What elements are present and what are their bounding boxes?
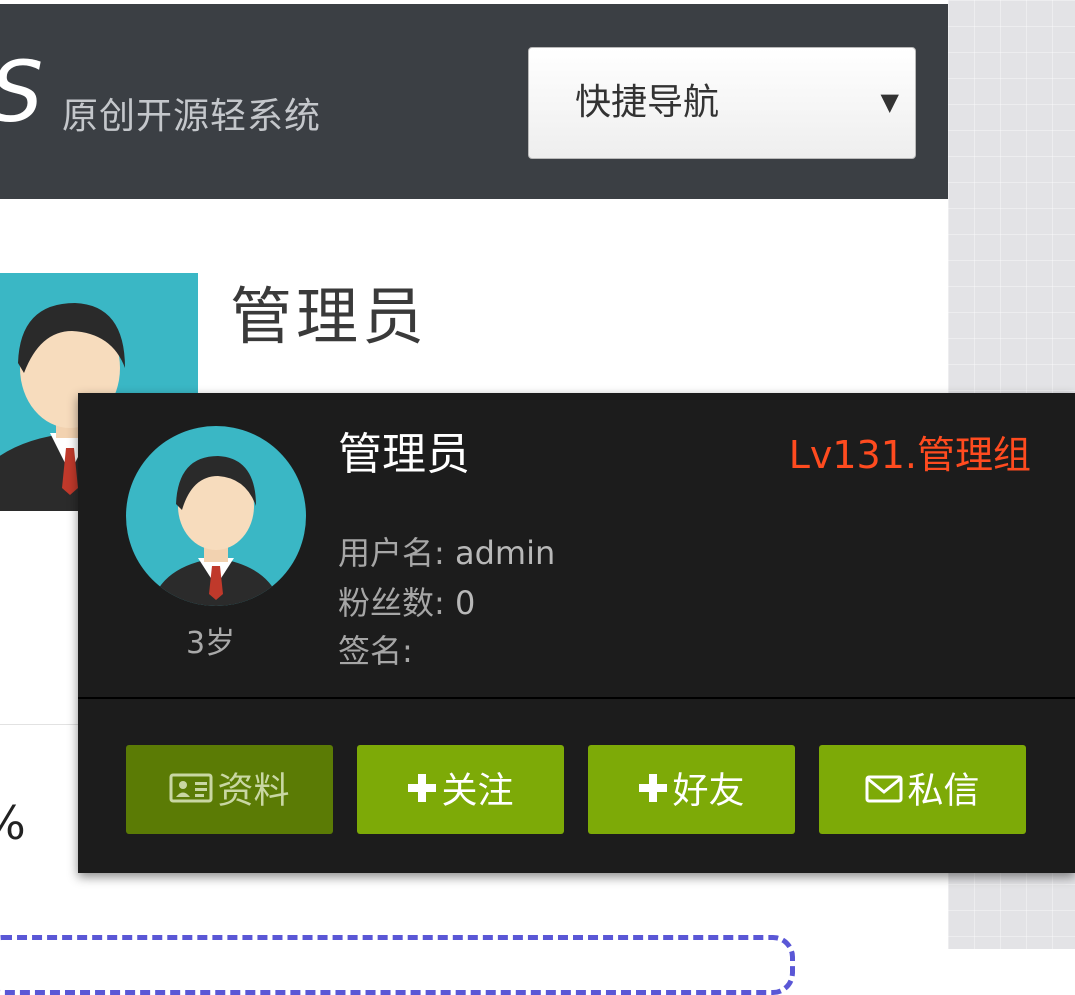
- add-friend-button-label: 好友: [672, 770, 745, 812]
- profile-button[interactable]: 资料: [126, 745, 333, 834]
- message-button[interactable]: 私信: [819, 745, 1026, 834]
- username-value: admin: [454, 534, 556, 572]
- logo-letter[interactable]: S: [0, 50, 43, 134]
- add-friend-button[interactable]: 好友: [588, 745, 795, 834]
- id-card-icon: [169, 747, 213, 836]
- username-label: 用户名:: [338, 534, 445, 572]
- signature-label: 签名:: [338, 632, 413, 670]
- user-popup-card: 3岁 管理员 Lv131.管理组 用户名: admin 粉丝数: 0 签名: 资…: [78, 393, 1075, 873]
- logo-tagline: 原创开源轻系统: [62, 96, 322, 137]
- dropdown-arrow-icon: ▼: [880, 88, 899, 116]
- dashed-container: [0, 935, 795, 995]
- user-level: Lv131.管理组: [788, 433, 1031, 477]
- quick-nav-select[interactable]: 快捷导航 ▼: [528, 47, 916, 159]
- plus-icon: [407, 747, 437, 836]
- user-name[interactable]: 管理员: [338, 433, 470, 477]
- follow-button-label: 关注: [441, 770, 514, 812]
- message-button-label: 私信: [907, 770, 980, 812]
- signature-row: 签名:: [338, 635, 413, 667]
- followers-row: 粉丝数: 0: [338, 587, 475, 619]
- envelope-icon: [865, 747, 903, 836]
- profile-stat-fragment: %: [0, 800, 26, 846]
- user-age: 3岁: [186, 626, 236, 661]
- username-row: 用户名: admin: [338, 537, 555, 569]
- site-header: S 原创开源轻系统 快捷导航 ▼: [0, 4, 948, 199]
- followers-label: 粉丝数:: [338, 584, 445, 622]
- plus-icon: [638, 747, 668, 836]
- card-avatar[interactable]: [126, 426, 306, 606]
- follow-button[interactable]: 关注: [357, 745, 564, 834]
- profile-name: 管理员: [230, 280, 429, 353]
- quick-nav-label: 快捷导航: [575, 82, 720, 123]
- card-divider: [78, 697, 1075, 699]
- profile-button-label: 资料: [217, 770, 290, 812]
- followers-value: 0: [454, 584, 476, 622]
- avatar-person-icon: [151, 456, 281, 606]
